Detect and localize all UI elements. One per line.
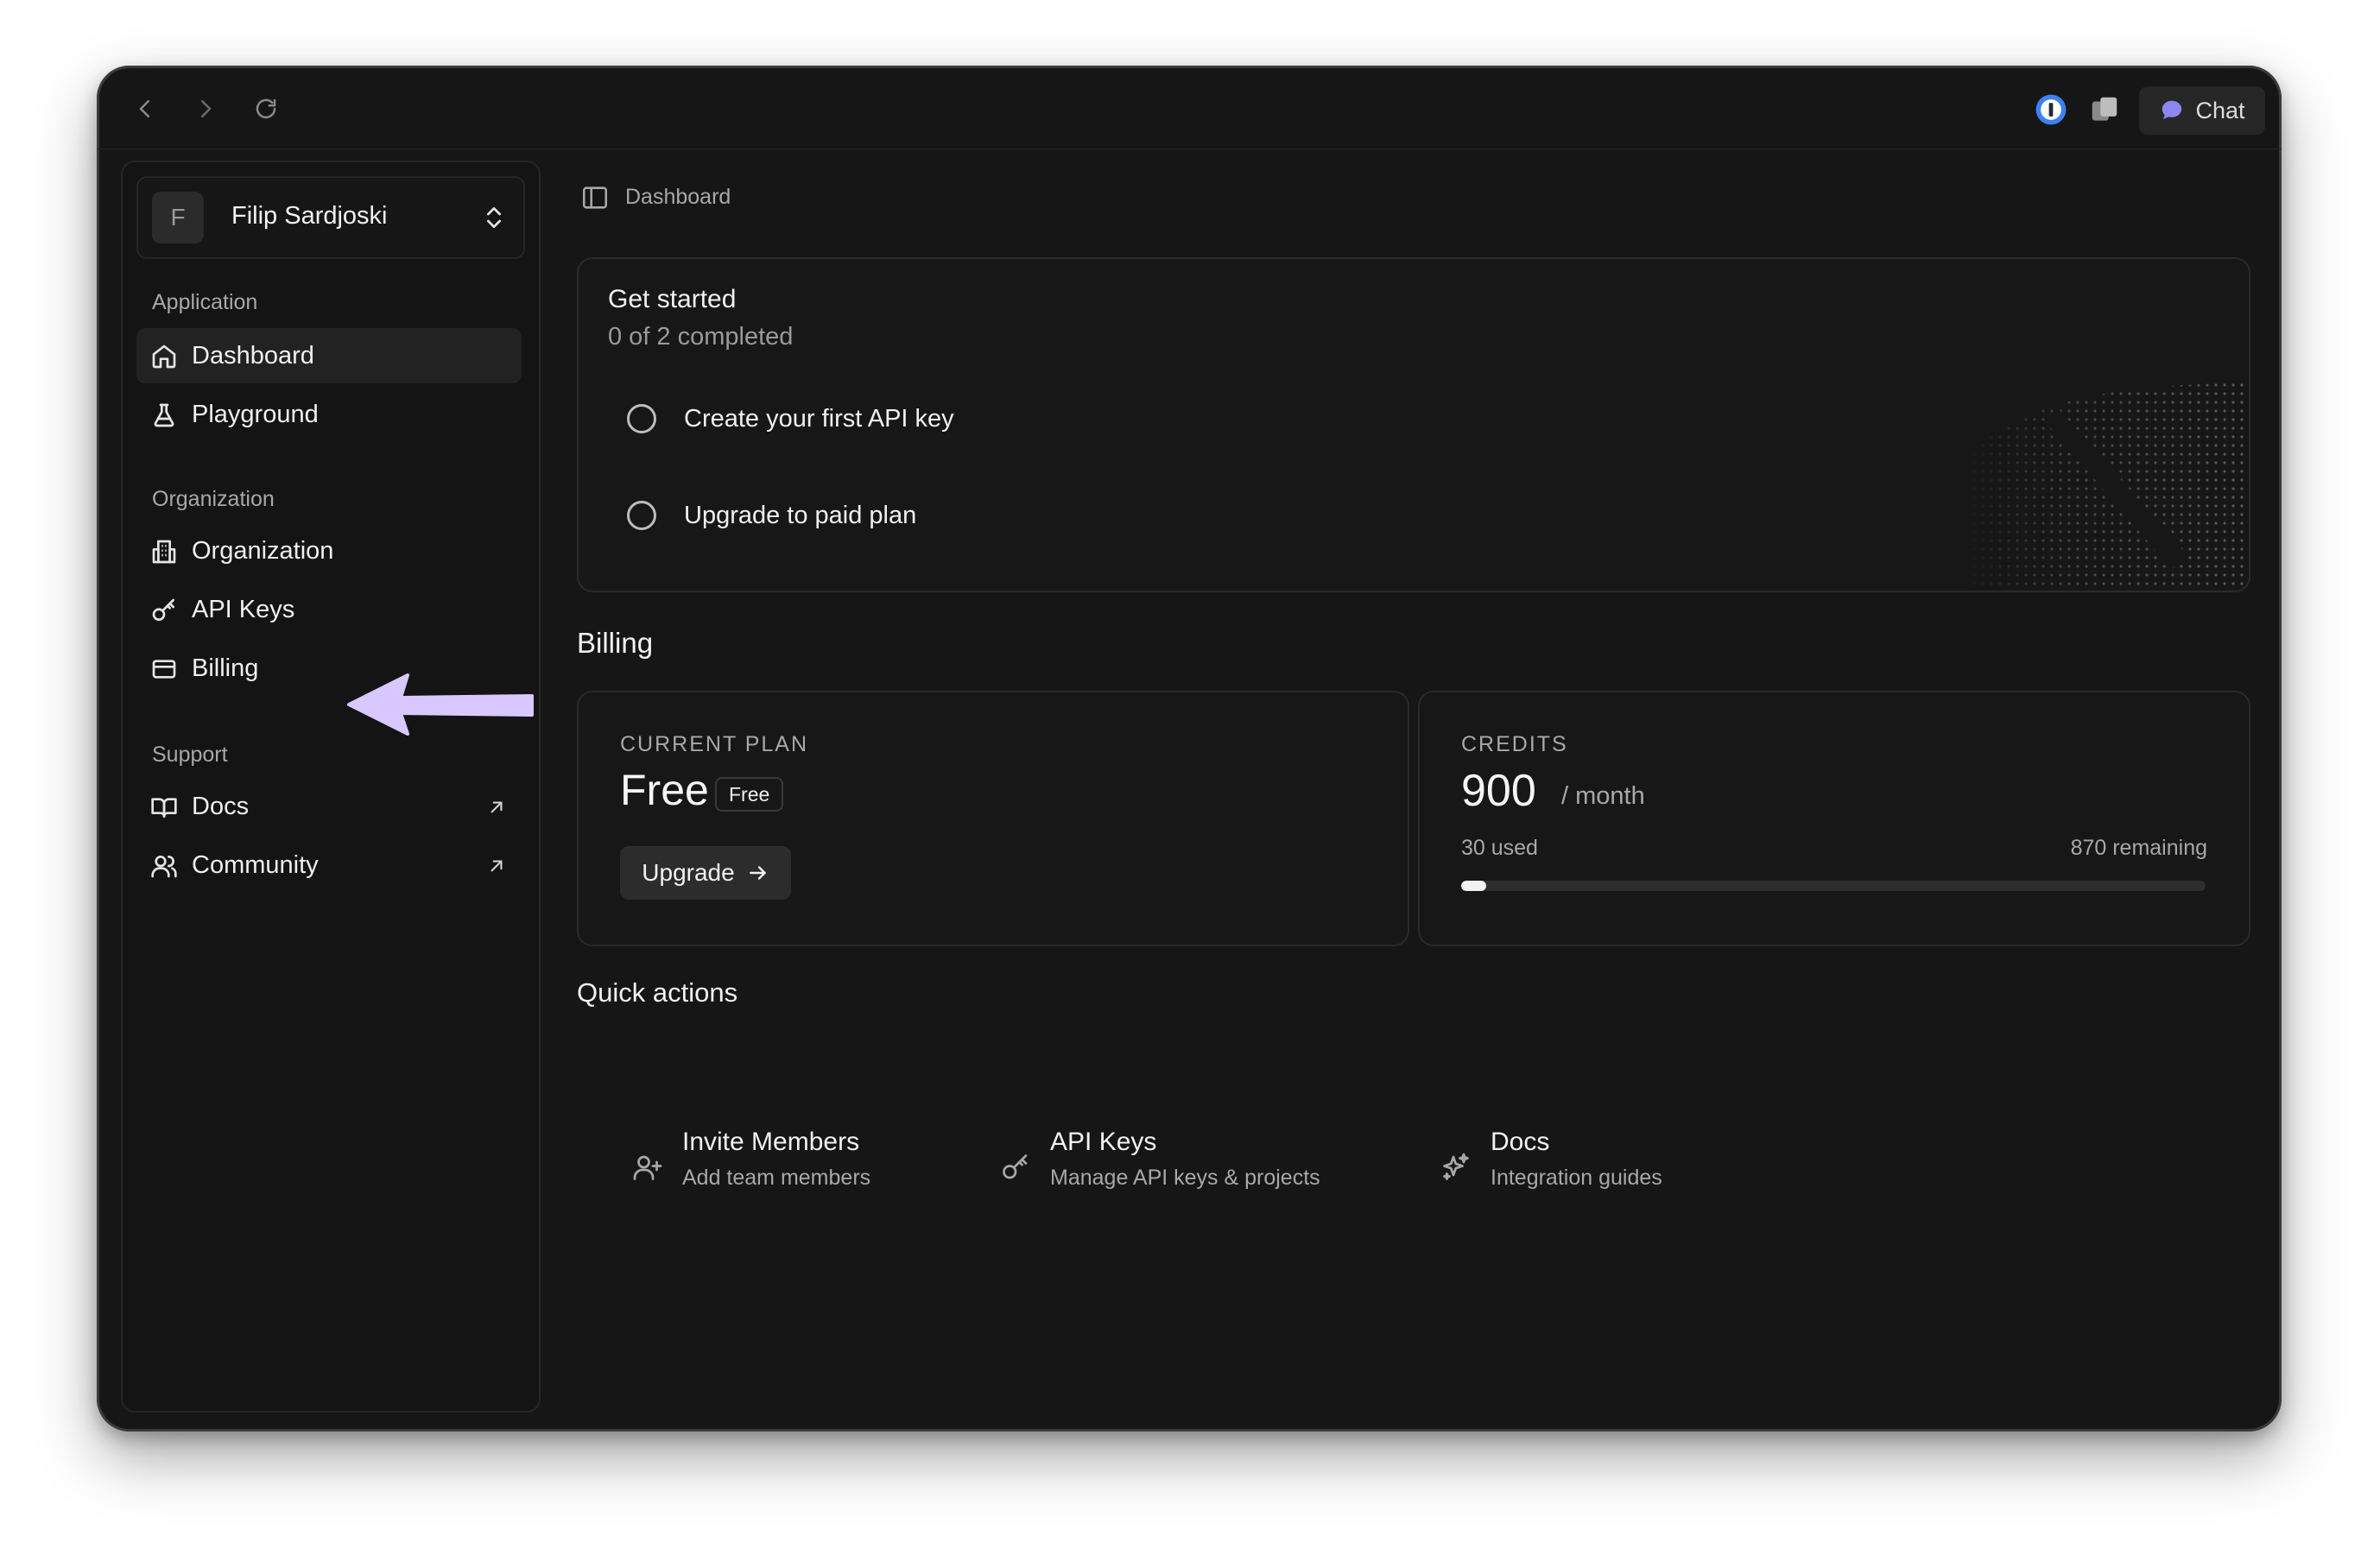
plan-name: Free [620,766,709,814]
chevron-left-icon [139,100,149,117]
sidebar-item-label: Playground [192,401,319,428]
section-label-application: Application [152,290,258,314]
avatar: F [152,192,204,243]
key-icon [1003,1154,1028,1179]
upgrade-button[interactable]: Upgrade [620,846,791,900]
reload-icon [256,98,276,119]
quick-action-title: Invite Members [682,1128,860,1156]
current-plan-card: CURRENT PLAN Free Free Upgrade [577,691,1409,946]
user-plus-icon [633,1155,662,1180]
external-link-icon [491,860,503,872]
sidebar-toggle-icon[interactable] [580,183,610,212]
sidebar-item-organization[interactable]: Organization [136,523,522,578]
credit-card-icon [152,660,176,679]
back-button[interactable] [126,90,164,128]
section-label-support: Support [152,743,228,767]
breadcrumb: Dashboard [580,183,731,212]
plan-badge: Free [715,777,784,812]
task-checkbox[interactable] [627,404,656,433]
users-icon [151,856,177,878]
sidebar-item-label: Billing [192,654,259,682]
get-started-title: Get started [608,285,737,313]
sidebar-item-label: API Keys [192,596,295,623]
sparkles-icon [1443,1153,1469,1180]
task-upgrade-plan[interactable]: Upgrade to paid plan [627,494,916,537]
sidebar-item-label: Dashboard [192,342,314,370]
sidebar-item-label: Community [192,851,319,879]
quick-action-desc: Manage API keys & projects [1050,1166,1320,1190]
quick-action-desc: Integration guides [1491,1166,1662,1190]
credits-progress-fill [1461,881,1486,891]
sidebar-item-api-keys[interactable]: API Keys [136,582,522,637]
sidebar: F Filip Sardjoski Application Dashboard … [121,161,541,1412]
title-bar: Chat [97,66,2282,149]
profile-name: Filip Sardjoski [231,202,388,230]
home-icon [152,344,176,369]
task-create-api-key[interactable]: Create your first API key [627,397,954,440]
external-link-icon [491,801,503,813]
credits-progress-bar [1461,881,2206,891]
get-started-progress: 0 of 2 completed [608,323,794,351]
billing-heading: Billing [577,627,654,659]
chevron-right-icon [201,100,212,117]
sidebar-item-dashboard[interactable]: Dashboard [136,328,522,383]
credits-card: CREDITS 900 / month 30 used 870 remainin… [1418,691,2250,946]
credits-amount: 900 [1461,766,1536,816]
chat-label: Chat [2195,97,2245,123]
chat-bubble-icon [2162,100,2182,119]
sidebar-item-label: Organization [192,537,334,565]
quick-actions-heading: Quick actions [577,977,738,1008]
credits-unit: / month [1561,782,1645,810]
credits-remaining: 870 remaining [2070,836,2207,860]
quick-action-api-keys[interactable]: API Keys Manage API keys & projects [1000,1128,1345,1205]
account-switcher[interactable]: F Filip Sardjoski [136,176,525,259]
task-checkbox[interactable] [627,501,656,530]
sidebar-item-label: Docs [192,793,250,820]
arrow-annotation-icon [347,673,534,736]
upgrade-label: Upgrade [642,859,735,886]
key-icon [152,598,174,621]
reload-button[interactable] [247,90,285,128]
credits-caption: CREDITS [1461,732,1568,756]
flask-icon [154,403,174,427]
quick-action-title: API Keys [1050,1128,1157,1156]
dot-pattern-decoration [1964,383,2249,591]
task-label: Upgrade to paid plan [684,501,917,529]
get-started-card: Get started 0 of 2 completed Create your… [577,257,2250,592]
password-manager-icon[interactable] [2035,93,2067,126]
quick-action-invite-members[interactable]: Invite Members Add team members [632,1128,943,1205]
task-label: Create your first API key [684,404,954,433]
sidebar-item-playground[interactable]: Playground [136,387,522,442]
sidebar-item-community[interactable]: Community [136,837,522,893]
chat-button[interactable]: Chat [2139,86,2265,135]
quick-action-desc: Add team members [682,1166,871,1190]
breadcrumb-current: Dashboard [625,185,731,209]
sidebar-item-docs[interactable]: Docs [136,779,522,834]
chevron-up-down-icon [487,207,501,228]
forward-button[interactable] [187,90,225,128]
extensions-icon[interactable] [2088,93,2121,126]
section-label-organization: Organization [152,487,275,511]
browser-window: Chat F Filip Sardjoski Application Dashb… [97,66,2282,1431]
quick-action-docs[interactable]: Docs Integration guides [1440,1128,1734,1205]
quick-action-title: Docs [1491,1128,1550,1156]
arrow-right-icon [749,866,766,880]
book-icon [151,798,177,818]
current-plan-caption: CURRENT PLAN [620,732,809,756]
credits-used: 30 used [1461,836,1538,860]
building-icon [152,540,176,564]
